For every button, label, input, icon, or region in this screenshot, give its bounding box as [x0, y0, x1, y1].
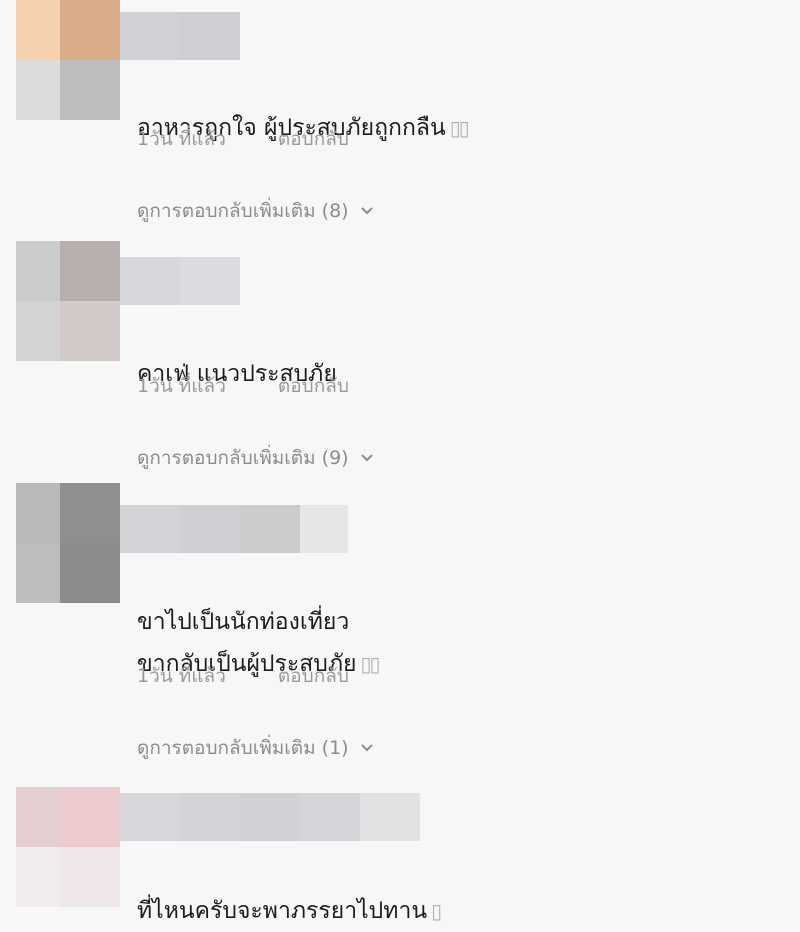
avatar-pixel: [60, 483, 120, 543]
view-more-replies-label: ดูการตอบกลับเพิ่มเติม (1): [137, 737, 349, 759]
avatar-pixel: [60, 847, 120, 907]
blur-block: [180, 793, 240, 841]
chevron-down-icon: [360, 207, 373, 215]
emoji-icon: ▯▯: [360, 652, 381, 676]
username-blurred[interactable]: [120, 793, 420, 841]
avatar-pixel: [60, 0, 120, 60]
blur-block: [120, 793, 180, 841]
chevron-down-icon: [360, 454, 373, 462]
comment-meta: 1วัน ที่แล้ว ตอบกลับ: [137, 371, 349, 401]
comment-text: ที่ไหนครับจะพาภรรยาไปทาน ▯: [137, 848, 442, 932]
reply-button[interactable]: ตอบกลับ: [278, 124, 349, 154]
comment-timestamp: 1วัน ที่แล้ว: [137, 128, 226, 150]
emoji-icon: ▯: [431, 899, 442, 923]
blur-block: [240, 505, 300, 553]
view-more-replies-label: ดูการตอบกลับเพิ่มเติม (9): [137, 447, 349, 469]
avatar-pixel: [16, 301, 60, 361]
avatar-pixel: [60, 60, 120, 120]
comment-timestamp: 1วัน ที่แล้ว: [137, 665, 226, 687]
comment-timestamp: 1วัน ที่แล้ว: [137, 375, 226, 397]
view-more-replies-label: ดูการตอบกลับเพิ่มเติม (8): [137, 200, 349, 222]
comment-text-body: ที่ไหนครับจะพาภรรยาไปทาน: [137, 898, 428, 924]
blur-block: [120, 257, 180, 305]
blur-block: [300, 793, 360, 841]
view-more-replies-button[interactable]: ดูการตอบกลับเพิ่มเติม (8): [137, 196, 375, 226]
blur-block: [120, 12, 180, 60]
avatar[interactable]: [16, 483, 120, 603]
emoji-icon: ▯▯: [449, 116, 470, 140]
avatar[interactable]: [16, 0, 120, 120]
avatar-pixel: [16, 787, 60, 847]
comment-meta: 1วัน ที่แล้ว ตอบกลับ: [137, 661, 349, 691]
view-more-replies-button[interactable]: ดูการตอบกลับเพิ่มเติม (9): [137, 443, 375, 473]
blur-block: [240, 793, 300, 841]
username-blurred[interactable]: [120, 505, 348, 553]
blur-block: [180, 257, 240, 305]
username-blurred[interactable]: [120, 12, 240, 60]
avatar[interactable]: [16, 241, 120, 361]
blur-block: [300, 505, 348, 553]
avatar-pixel: [60, 543, 120, 603]
avatar-pixel: [16, 60, 60, 120]
reply-button[interactable]: ตอบกลับ: [278, 371, 349, 401]
avatar-pixel: [60, 787, 120, 847]
chevron-down-icon: [360, 744, 373, 752]
blur-block: [180, 12, 240, 60]
avatar-pixel: [16, 483, 60, 543]
avatar-pixel: [16, 543, 60, 603]
reply-button[interactable]: ตอบกลับ: [278, 661, 349, 691]
avatar[interactable]: [16, 787, 120, 907]
avatar-pixel: [16, 847, 60, 907]
blur-block: [120, 505, 180, 553]
avatar-pixel: [16, 241, 60, 301]
avatar-pixel: [60, 301, 120, 361]
avatar-pixel: [60, 241, 120, 301]
username-blurred[interactable]: [120, 257, 240, 305]
view-more-replies-button[interactable]: ดูการตอบกลับเพิ่มเติม (1): [137, 733, 375, 763]
blur-block: [180, 505, 240, 553]
blur-block: [360, 793, 420, 841]
comment-meta: 1วัน ที่แล้ว ตอบกลับ: [137, 124, 349, 154]
avatar-pixel: [16, 0, 60, 60]
